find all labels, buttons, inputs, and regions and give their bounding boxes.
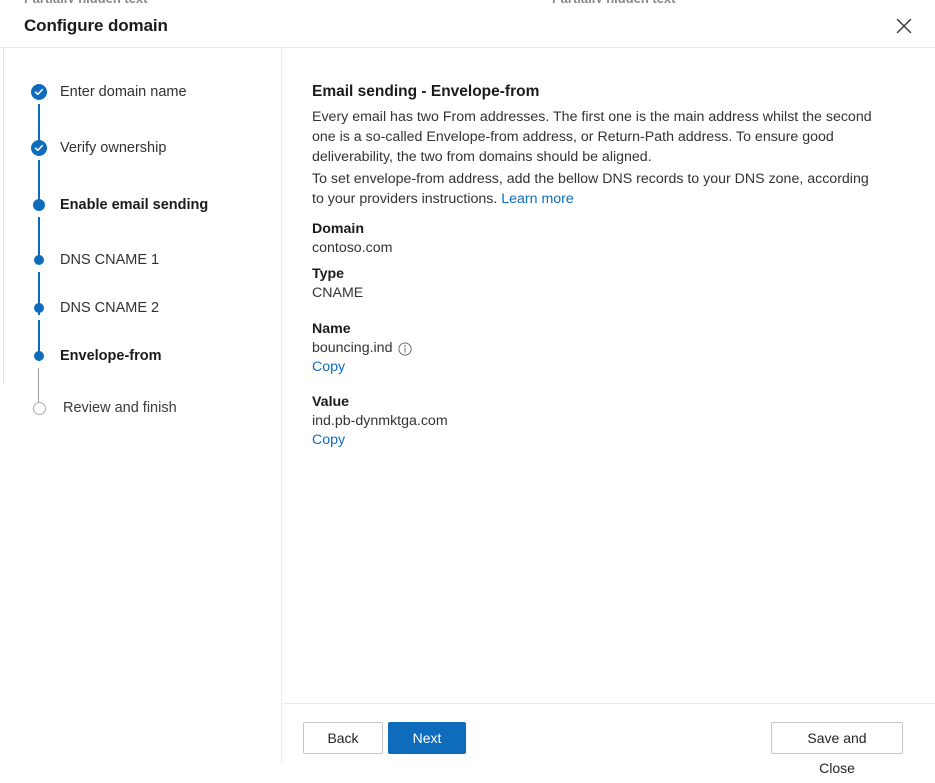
sidebar-step-label: DNS CNAME 2 <box>60 300 159 316</box>
sidebar-step-label: Enable email sending <box>60 197 208 213</box>
sidebar-step-envelope-from[interactable]: Envelope-from <box>30 346 162 366</box>
save-and-close-button[interactable]: Save and Close <box>771 722 903 754</box>
empty-circle-icon <box>30 399 48 417</box>
field-label: Domain <box>312 220 392 239</box>
sidebar-step-review-and-finish[interactable]: Review and finish <box>30 398 177 418</box>
sidebar-step-label: Review and finish <box>63 400 177 416</box>
description-paragraph-2: To set envelope-from address, add the be… <box>312 169 884 209</box>
sidebar-step-enable-email-sending[interactable]: Enable email sending <box>30 195 208 215</box>
copy-value-link[interactable]: Copy <box>312 431 345 450</box>
learn-more-link[interactable]: Learn more <box>501 191 574 207</box>
field-value-text: bouncing.ind <box>312 339 392 358</box>
info-icon[interactable] <box>398 342 412 356</box>
sidebar-step-label: Enter domain name <box>60 84 187 100</box>
content-heading: Email sending - Envelope-from <box>312 83 539 101</box>
field-value-block: Value ind.pb-dynmktga.com Copy <box>312 393 448 450</box>
sidebar-step-dns-cname-2[interactable]: DNS CNAME 2 <box>30 298 159 318</box>
filled-dot-icon <box>30 299 48 317</box>
main-content-panel: Email sending - Envelope-from Every emai… <box>282 48 935 703</box>
field-type: Type CNAME <box>312 265 363 303</box>
filled-dot-icon <box>30 196 48 214</box>
filled-dot-icon <box>30 251 48 269</box>
dialog-header: Configure domain <box>0 3 935 48</box>
description-paragraph-1: Every email has two From addresses. The … <box>312 107 884 167</box>
field-value-text: contoso.com <box>312 239 392 258</box>
dialog-footer: Back Next Save and Close <box>282 704 935 764</box>
close-icon <box>895 17 913 35</box>
field-name: Name bouncing.ind Copy <box>312 320 412 377</box>
sidebar-step-label: Verify ownership <box>60 140 166 156</box>
field-value-text: CNAME <box>312 284 363 303</box>
check-circle-icon <box>30 83 48 101</box>
filled-dot-icon <box>30 347 48 365</box>
field-value: contoso.com <box>312 239 392 258</box>
field-value: ind.pb-dynmktga.com <box>312 412 448 431</box>
check-circle-icon <box>30 139 48 157</box>
sidebar-step-verify-ownership[interactable]: Verify ownership <box>30 138 166 158</box>
sidebar-step-dns-cname-1[interactable]: DNS CNAME 1 <box>30 250 159 270</box>
wizard-steps-rail: Enter domain name Verify ownership Enabl… <box>0 48 278 764</box>
sidebar-step-enter-domain-name[interactable]: Enter domain name <box>30 82 187 102</box>
next-button[interactable]: Next <box>388 722 466 754</box>
close-button[interactable] <box>887 10 921 42</box>
rail-edge-line <box>3 48 4 384</box>
sidebar-step-label: DNS CNAME 1 <box>60 252 159 268</box>
field-label: Type <box>312 265 363 284</box>
field-label: Value <box>312 393 448 412</box>
page-title: Configure domain <box>24 16 168 36</box>
field-value-text: ind.pb-dynmktga.com <box>312 412 448 431</box>
field-domain: Domain contoso.com <box>312 220 392 258</box>
back-button[interactable]: Back <box>303 722 383 754</box>
copy-name-link[interactable]: Copy <box>312 358 345 377</box>
field-value: bouncing.ind <box>312 339 412 358</box>
description-paragraph-2-text: To set envelope-from address, add the be… <box>312 171 869 207</box>
field-value: CNAME <box>312 284 363 303</box>
configure-domain-dialog: Configure domain <box>0 3 935 764</box>
sidebar-step-label: Envelope-from <box>60 348 162 364</box>
field-label: Name <box>312 320 412 339</box>
